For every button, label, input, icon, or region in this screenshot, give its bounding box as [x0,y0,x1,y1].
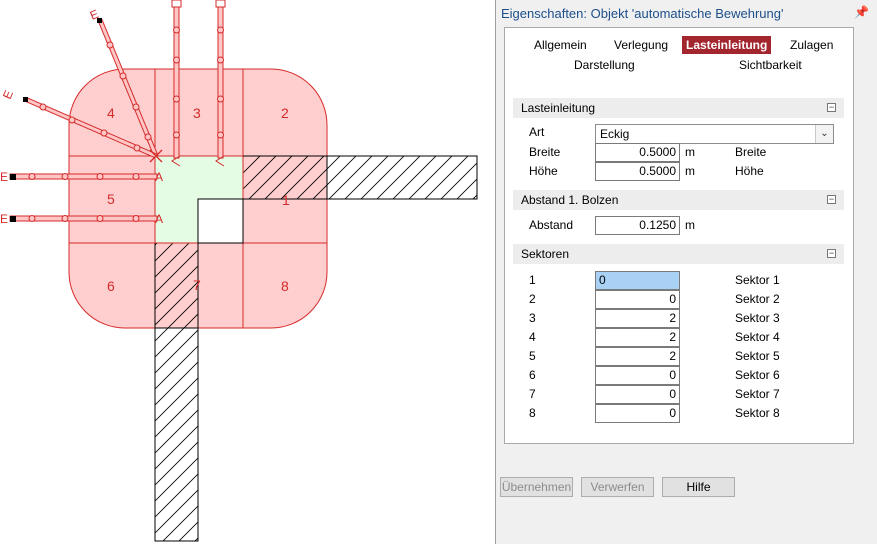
sector-row-input[interactable]: 2 [595,347,680,366]
sector-label-3: 3 [193,105,201,121]
tab-darstellung[interactable]: Darstellung [570,56,639,74]
art-select[interactable]: Eckig ⌄ [595,124,834,144]
rail-anchor-label-5b: A [155,212,163,226]
collapse-icon[interactable]: − [827,103,836,112]
properties-frame: Allgemein Verlegung Lasteinleitung Zulag… [504,27,854,444]
group-lasteinleitung[interactable]: Lasteinleitung − [513,98,844,118]
abstand-label: Abstand [529,218,574,232]
group-sektoren[interactable]: Sektoren − [513,244,844,264]
panel-title: Eigenschaften: Objekt 'automatische Bewe… [501,6,784,21]
sector-row-name: Sektor 5 [735,349,780,363]
chevron-down-icon[interactable]: ⌄ [815,125,833,143]
sector-row-input[interactable]: 2 [595,328,680,347]
sector-row-number: 8 [529,406,536,420]
tab-lasteinleitung[interactable]: Lasteinleitung [682,36,772,54]
sector-row-name: Sektor 1 [735,273,780,287]
sector-row-input[interactable]: 2 [595,309,680,328]
group-abstand[interactable]: Abstand 1. Bolzen − [513,190,844,210]
sector-row-name: Sektor 8 [735,406,780,420]
rail-ends-horizontal [10,174,16,222]
help-button[interactable]: Hilfe [662,477,735,497]
column-opening [197,198,244,244]
sector-row-name: Sektor 3 [735,311,780,325]
rail-end-label-4b: E [0,88,16,101]
breite-label: Breite [529,145,561,159]
sector-row-number: 5 [529,349,536,363]
sector-row-number: 2 [529,292,536,306]
sector-label-2: 2 [281,105,289,121]
sector-row-input[interactable]: 0 [595,385,680,404]
sector-row-input[interactable]: 0 [595,366,680,385]
rail-anchor-label-5a: A [155,170,163,184]
hoehe-unit: m [685,164,695,178]
sector-row-number: 3 [529,311,536,325]
sector-row-name: Sektor 6 [735,368,780,382]
art-label: Art [529,125,545,139]
group-abstand-title: Abstand 1. Bolzen [521,193,619,207]
abstand-unit: m [685,218,695,232]
sector-label-7: 7 [193,277,201,293]
sector-row-number: 6 [529,368,536,382]
sector-row-name: Sektor 7 [735,387,780,401]
rail-end-label-5b: E [0,212,8,226]
discard-button[interactable]: Verwerfen [581,477,654,497]
sector-row-number: 7 [529,387,536,401]
tab-sichtbarkeit[interactable]: Sichtbarkeit [735,56,806,74]
pin-icon[interactable]: 📌 [854,5,869,19]
sector-label-8: 8 [281,278,289,294]
sector-row-name: Sektor 4 [735,330,780,344]
apply-button[interactable]: Übernehmen [500,477,573,497]
sector-row-name: Sektor 2 [735,292,780,306]
abstand-input[interactable]: 0.1250 [595,216,680,235]
art-value: Eckig [600,127,630,141]
sector-label-6: 6 [107,278,115,294]
tab-allgemein[interactable]: Allgemein [530,36,591,54]
sector-row-input[interactable]: 0 [595,290,680,309]
group-sektoren-title: Sektoren [521,247,570,261]
sector-row-input[interactable]: 0 [595,404,680,423]
sector-row-input[interactable]: 0 [595,271,680,290]
sector-label-5: 5 [107,191,115,207]
cad-drawing[interactable]: 1 2 3 4 5 6 7 8 E E A A E E [0,0,495,544]
tab-zulagen[interactable]: Zulagen [786,36,837,54]
collapse-icon[interactable]: − [827,195,836,204]
sector-row-number: 4 [529,330,536,344]
sector-row-number: 1 [529,273,536,287]
group-lasteinleitung-title: Lasteinleitung [521,101,596,115]
rail-end-label-4a: E [88,7,101,23]
tab-verlegung[interactable]: Verlegung [610,36,672,54]
rail-end-label-5a: E [0,170,8,184]
wall-bottom-inner [154,242,199,329]
breite-unit: m [685,145,695,159]
breite-input[interactable]: 0.5000 [595,143,680,162]
properties-panel: Eigenschaften: Objekt 'automatische Bewe… [495,0,877,544]
sector-label-1: 1 [282,192,290,208]
hoehe-right-label: Höhe [735,164,764,178]
sector-label-4: 4 [107,105,115,121]
hoehe-label: Höhe [529,164,558,178]
hoehe-input[interactable]: 0.5000 [595,162,680,181]
collapse-icon[interactable]: − [827,249,836,258]
breite-right-label: Breite [735,145,767,159]
